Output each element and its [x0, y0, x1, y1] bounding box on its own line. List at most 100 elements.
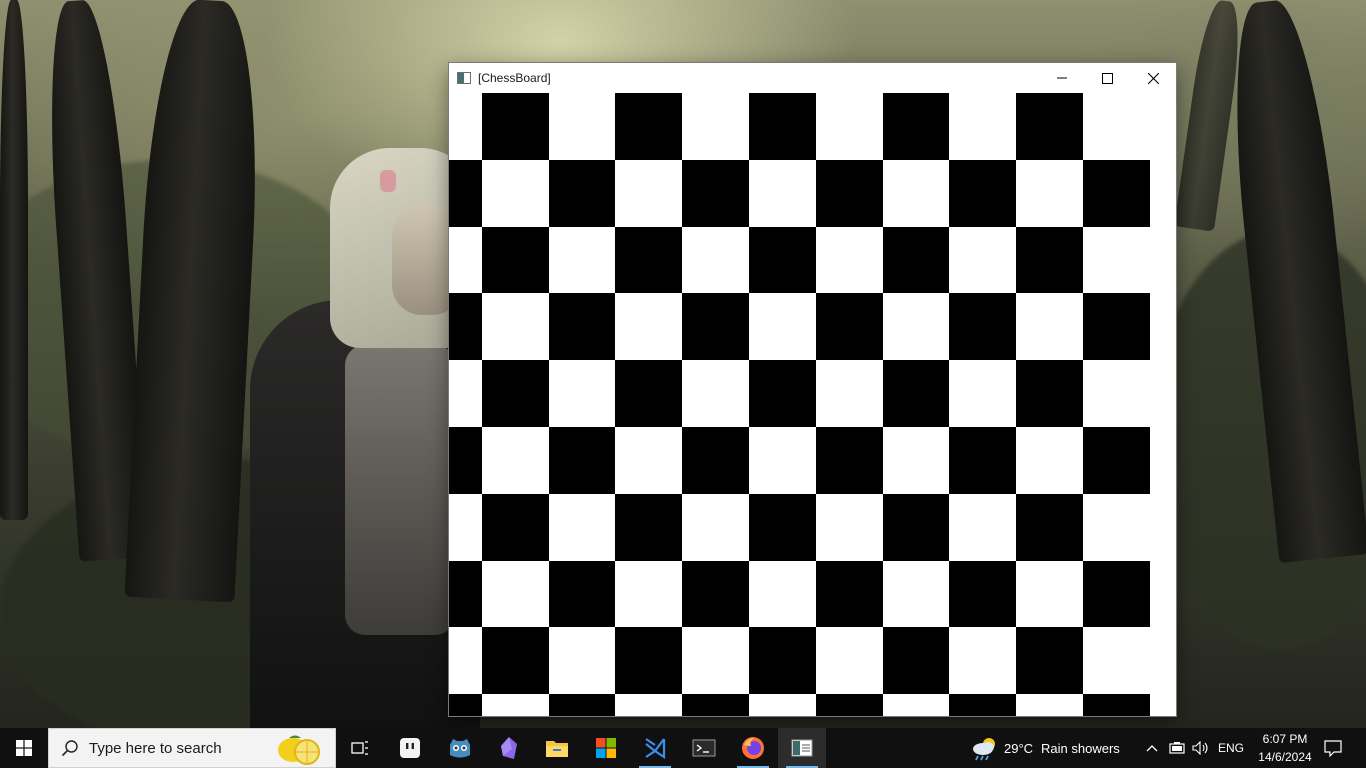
- wallpaper-figure: [345, 345, 455, 635]
- wallpaper-figure: [380, 170, 396, 192]
- board-square-dark: [682, 694, 749, 716]
- close-button[interactable]: [1130, 63, 1176, 93]
- board-square-light: [449, 93, 482, 160]
- taskbar-chessboard-app[interactable]: [778, 728, 826, 768]
- board-square-dark: [449, 293, 482, 361]
- vs-code-icon: [645, 738, 666, 760]
- battery-icon: [1169, 742, 1185, 754]
- board-square-dark: [749, 360, 816, 427]
- taskbar-file-explorer[interactable]: [533, 728, 581, 768]
- board-square-light: [749, 560, 816, 628]
- board-square-light: [548, 493, 616, 561]
- board-square-light: [481, 560, 549, 628]
- app-window-icon: [457, 72, 471, 84]
- board-square-dark: [1016, 627, 1083, 695]
- board-square-light: [682, 627, 749, 695]
- chevron-up-icon: [1146, 745, 1158, 752]
- board-square-light: [815, 93, 883, 160]
- app-launcher-icon: [400, 738, 420, 758]
- board-square-dark: [882, 627, 950, 695]
- show-hidden-icons-button[interactable]: [1142, 728, 1162, 768]
- board-square-light: [449, 360, 482, 427]
- terminal-icon: [692, 739, 716, 757]
- board-square-dark: [449, 694, 482, 716]
- battery-button[interactable]: [1166, 728, 1188, 768]
- board-square-light: [749, 427, 816, 494]
- board-square-light: [548, 627, 616, 695]
- board-square-light: [749, 694, 816, 716]
- notification-icon: [1324, 739, 1342, 757]
- board-square-dark: [815, 560, 883, 628]
- board-square-light: [615, 560, 683, 628]
- search-placeholder: Type here to search: [89, 739, 222, 757]
- board-square-dark: [481, 493, 549, 561]
- board-square-dark: [949, 293, 1017, 361]
- board-square-light: [1016, 293, 1083, 361]
- chessboard-window[interactable]: [ChessBoard]: [449, 63, 1176, 716]
- volume-button[interactable]: [1190, 728, 1212, 768]
- window-titlebar[interactable]: [ChessBoard]: [449, 63, 1176, 93]
- board-square-light: [815, 226, 883, 294]
- board-square-light: [949, 360, 1017, 427]
- board-square-dark: [615, 93, 683, 160]
- board-square-light: [682, 493, 749, 561]
- board-square-dark: [749, 93, 816, 160]
- board-square-dark: [1083, 159, 1150, 227]
- board-square-light: [1083, 493, 1150, 561]
- board-square-dark: [1083, 427, 1150, 494]
- board-square-light: [949, 226, 1017, 294]
- board-square-light: [449, 493, 482, 561]
- board-square-dark: [548, 427, 616, 494]
- notifications-button[interactable]: [1320, 728, 1346, 768]
- board-square-dark: [1016, 493, 1083, 561]
- board-square-light: [1083, 360, 1150, 427]
- board-square-dark: [882, 493, 950, 561]
- firefox-icon: [742, 737, 764, 759]
- chessboard-canvas[interactable]: [449, 93, 1176, 716]
- board-square-light: [481, 694, 549, 716]
- board-square-light: [682, 360, 749, 427]
- taskbar-terminal[interactable]: [680, 728, 728, 768]
- taskbar-vs-code[interactable]: [631, 728, 679, 768]
- language-indicator[interactable]: ENG: [1214, 728, 1248, 768]
- taskbar-obsidian[interactable]: [485, 728, 533, 768]
- board-square-dark: [548, 560, 616, 628]
- search-box[interactable]: Type here to search: [48, 728, 336, 768]
- board-square-dark: [548, 293, 616, 361]
- clock[interactable]: 6:07 PM 14/6/2024: [1252, 728, 1318, 768]
- taskbar-microsoft-store[interactable]: [582, 728, 630, 768]
- weather-condition: Rain showers: [1041, 740, 1120, 756]
- board-square-dark: [682, 427, 749, 494]
- store-icon: [596, 738, 616, 758]
- board-square-light: [615, 427, 683, 494]
- maximize-button[interactable]: [1084, 63, 1130, 93]
- board-square-dark: [1016, 360, 1083, 427]
- taskbar-firefox[interactable]: [729, 728, 777, 768]
- start-button[interactable]: [0, 728, 48, 768]
- board-square-dark: [1016, 93, 1083, 160]
- board-square-dark: [815, 293, 883, 361]
- board-square-light: [1016, 560, 1083, 628]
- board-square-dark: [615, 627, 683, 695]
- board-square-light: [548, 360, 616, 427]
- board-square-dark: [481, 627, 549, 695]
- task-view-icon: [351, 741, 368, 755]
- minimize-button[interactable]: [1039, 63, 1085, 93]
- volume-icon: [1192, 741, 1208, 755]
- folder-icon: [546, 741, 568, 757]
- board-square-light: [1016, 159, 1083, 227]
- task-view-button[interactable]: [336, 728, 384, 768]
- search-icon: [61, 740, 78, 757]
- taskbar-godot[interactable]: [436, 728, 484, 768]
- board-square-dark: [749, 627, 816, 695]
- clock-time: 6:07 PM: [1262, 732, 1308, 746]
- board-square-dark: [682, 159, 749, 227]
- board-square-dark: [682, 560, 749, 628]
- taskbar-app-launcher[interactable]: [386, 728, 434, 768]
- wallpaper-tree: [0, 0, 28, 520]
- board-square-light: [815, 627, 883, 695]
- board-square-light: [1016, 694, 1083, 716]
- board-square-light: [548, 226, 616, 294]
- weather-widget[interactable]: 29°C Rain showers: [966, 728, 1130, 768]
- board-square-dark: [481, 93, 549, 160]
